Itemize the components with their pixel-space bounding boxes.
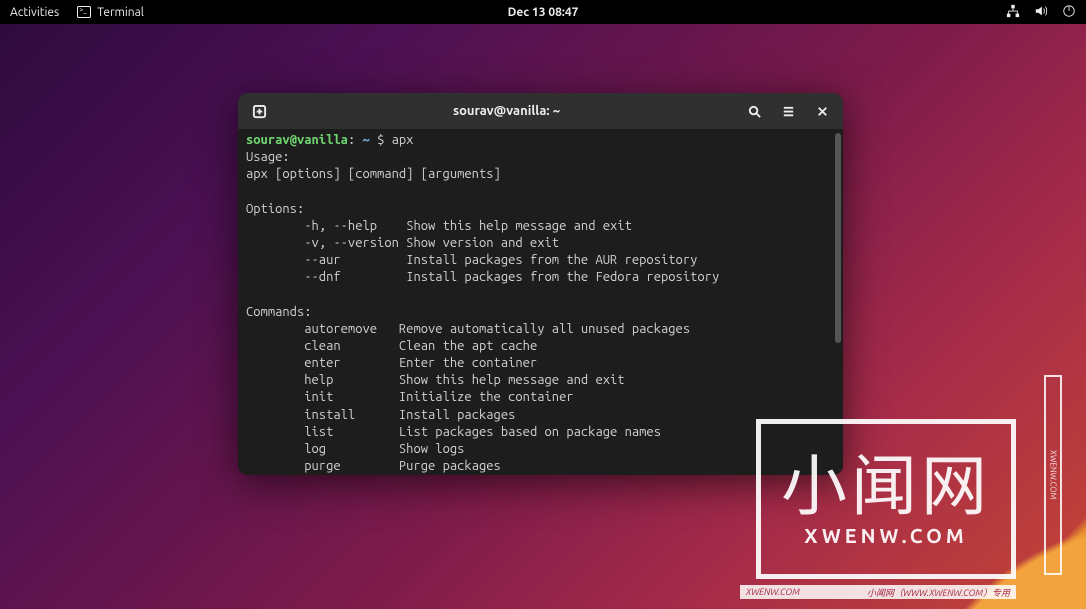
command-row: init Initialize the container: [246, 389, 835, 406]
prompt-user: sourav: [246, 133, 290, 147]
window-title: sourav@vanilla: ~: [278, 104, 735, 118]
network-icon[interactable]: [1006, 4, 1020, 21]
option-row: --aur Install packages from the AUR repo…: [246, 252, 835, 269]
power-icon[interactable]: [1062, 4, 1076, 21]
command-row: help Show this help message and exit: [246, 372, 835, 389]
volume-icon[interactable]: [1034, 4, 1048, 21]
usage-label: Usage:: [246, 149, 835, 166]
options-label: Options:: [246, 201, 835, 218]
terminal-window: sourav@vanilla: ~ sourav@vanilla: ~ $ ap…: [238, 93, 843, 475]
close-button[interactable]: [807, 97, 837, 125]
window-titlebar[interactable]: sourav@vanilla: ~: [238, 93, 843, 129]
current-app-indicator[interactable]: Terminal: [77, 6, 144, 19]
typed-command: apx: [392, 133, 414, 147]
command-row: log Show logs: [246, 441, 835, 458]
menu-button[interactable]: [773, 97, 803, 125]
current-app-name: Terminal: [97, 6, 144, 19]
command-row: install Install packages: [246, 407, 835, 424]
usage-line: apx [options] [command] [arguments]: [246, 166, 835, 183]
prompt-line: sourav@vanilla: ~ $ apx: [246, 132, 835, 149]
command-row: clean Clean the apt cache: [246, 338, 835, 355]
prompt-host: vanilla: [297, 133, 348, 147]
command-row: list List packages based on package name…: [246, 424, 835, 441]
search-button[interactable]: [739, 97, 769, 125]
command-row: purge Purge packages: [246, 458, 835, 475]
activities-button[interactable]: Activities: [10, 6, 59, 19]
option-row: -h, --help Show this help message and ex…: [246, 218, 835, 235]
terminal-icon: [77, 6, 91, 18]
terminal-output[interactable]: sourav@vanilla: ~ $ apx Usage: apx [opti…: [238, 129, 843, 475]
prompt-path: ~: [363, 133, 370, 147]
clock[interactable]: Dec 13 08:47: [508, 6, 579, 19]
command-row: enter Enter the container: [246, 355, 835, 372]
prompt-symbol: $: [377, 133, 384, 147]
command-row: autoremove Remove automatically all unus…: [246, 321, 835, 338]
new-tab-button[interactable]: [244, 97, 274, 125]
option-row: --dnf Install packages from the Fedora r…: [246, 269, 835, 286]
gnome-top-bar: Activities Terminal Dec 13 08:47: [0, 0, 1086, 24]
option-row: -v, --version Show version and exit: [246, 235, 835, 252]
commands-label: Commands:: [246, 304, 835, 321]
scrollbar[interactable]: [835, 133, 841, 343]
